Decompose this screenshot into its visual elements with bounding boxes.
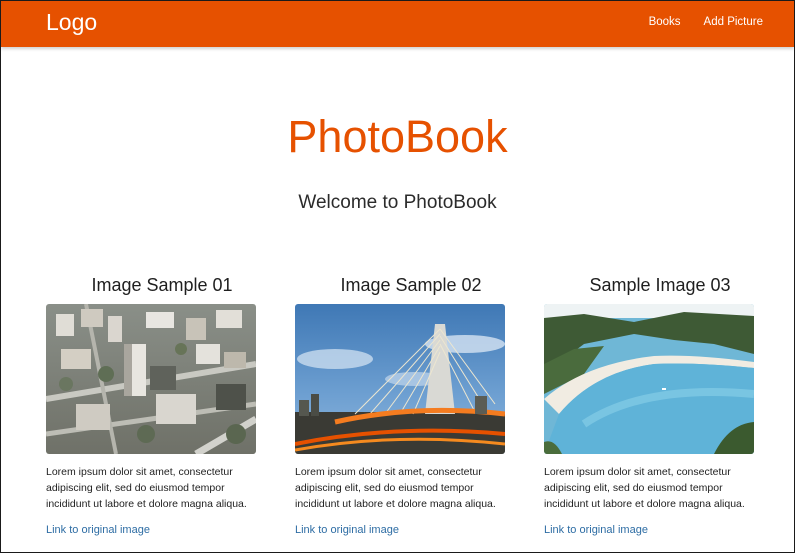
city-aerial-image	[46, 304, 256, 454]
card-title: Image Sample 02	[340, 275, 482, 295]
card-description: Lorem ipsum dolor sit amet, consectetur …	[46, 466, 247, 510]
page-subtitle: Welcome to PhotoBook	[298, 192, 497, 213]
nav-link-books[interactable]: Books	[649, 16, 681, 28]
nav-links: Books Add Picture	[649, 16, 763, 28]
card-title: Sample Image 03	[589, 275, 731, 295]
browser-viewport: Logo Books Add Picture PhotoBook Welcome…	[0, 0, 795, 553]
nav-link-add-picture[interactable]: Add Picture	[704, 16, 763, 28]
cable-bridge-image	[295, 304, 505, 454]
original-image-link[interactable]: Link to original image	[295, 524, 507, 536]
image-card-2: Image Sample 02 Lorem ipsum dolor sit am…	[295, 275, 507, 536]
beach-bay-image	[544, 304, 754, 454]
card-title: Image Sample 01	[91, 275, 233, 295]
top-navbar: Logo Books Add Picture	[1, 1, 794, 47]
card-description: Lorem ipsum dolor sit amet, consectetur …	[295, 466, 496, 510]
image-card-3: Sample Image 03 Lorem ipsum dolor sit am…	[544, 275, 756, 536]
original-image-link[interactable]: Link to original image	[544, 524, 756, 536]
brand-logo-link[interactable]: Logo	[46, 9, 97, 36]
original-image-link[interactable]: Link to original image	[46, 524, 258, 536]
card-description: Lorem ipsum dolor sit amet, consectetur …	[544, 466, 745, 510]
image-card-1: Image Sample 01 Lorem ipsum dolor sit am…	[46, 275, 258, 536]
page-title: PhotoBook	[287, 111, 508, 162]
